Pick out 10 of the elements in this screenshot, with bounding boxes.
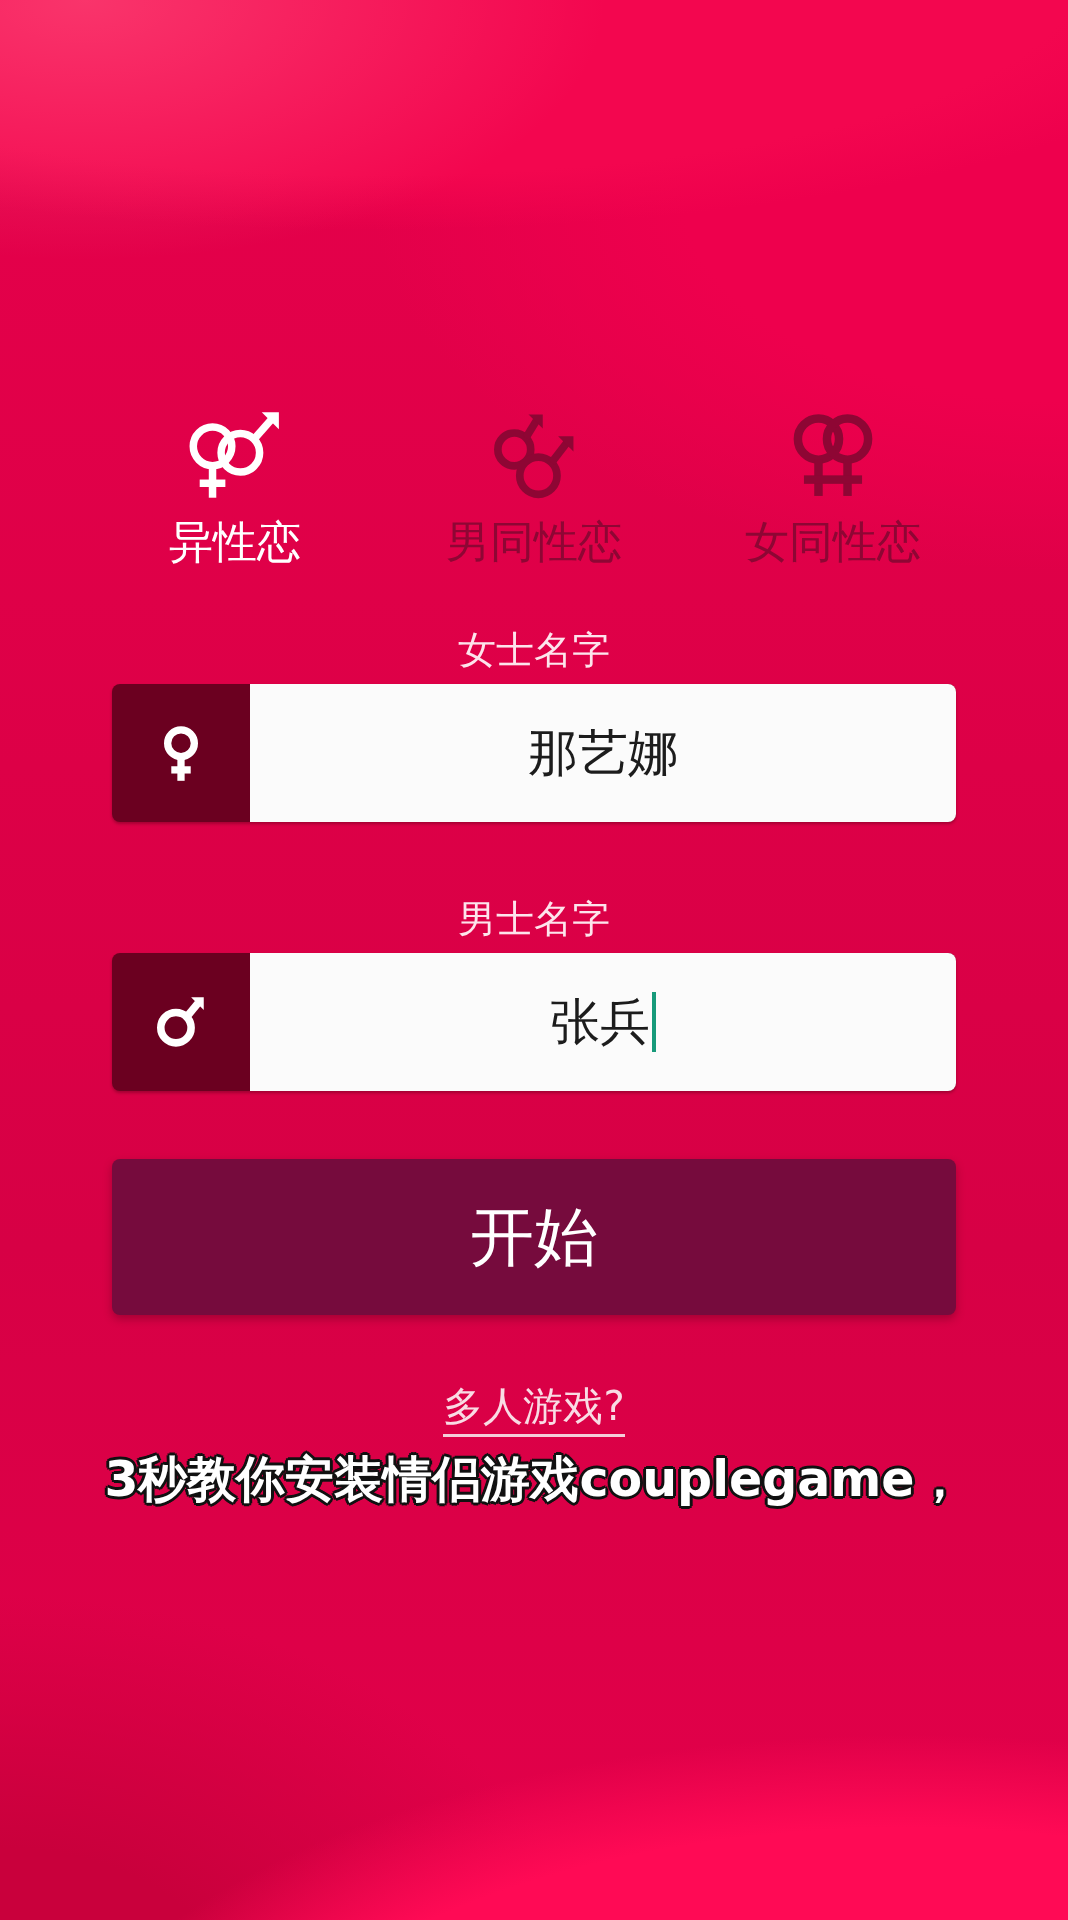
female-symbol-icon: [164, 725, 198, 781]
field-label: 女士名字: [458, 628, 610, 672]
name-input-field[interactable]: 张兵: [112, 953, 956, 1091]
start-button[interactable]: 开始: [112, 1159, 956, 1315]
video-caption: 3秒教你安装情侣游戏couplegame，: [104, 1450, 964, 1510]
male-symbol-icon: [157, 996, 205, 1048]
name-input-field[interactable]: 那艺娜: [112, 684, 956, 822]
field-label: 男士名字: [458, 897, 610, 941]
orientation-tab[interactable]: 异性恋: [168, 410, 301, 568]
multiplayer-link[interactable]: 多人游戏?: [443, 1383, 625, 1437]
